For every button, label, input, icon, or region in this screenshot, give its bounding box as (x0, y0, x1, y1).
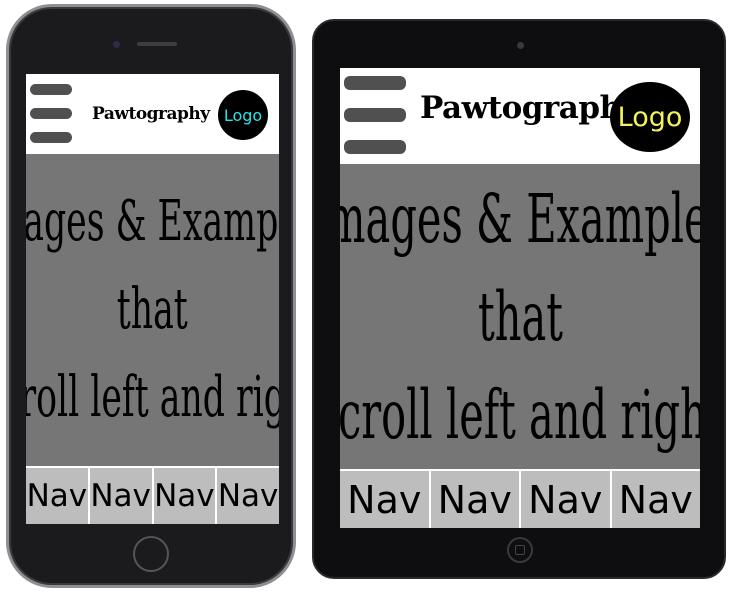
phone-camera-icon (113, 41, 120, 48)
tablet-camera-icon (517, 42, 524, 49)
nav-item[interactable]: Nav (340, 471, 429, 528)
tablet-mockup: Pawtography Logo Images & Examples that … (312, 19, 726, 579)
nav-item[interactable]: Nav (430, 471, 519, 528)
nav-item[interactable]: Nav (89, 468, 152, 524)
menu-bar (30, 132, 72, 143)
phone-mockup: Pawtography Logo Images & Examples that … (6, 4, 296, 588)
nav-item[interactable]: Nav (217, 468, 279, 524)
logo-badge[interactable]: Logo (218, 90, 268, 140)
phone-nav-bar: Nav Nav Nav Nav (26, 468, 279, 524)
logo-text: Logo (617, 101, 683, 133)
menu-bar (30, 108, 72, 119)
hero-line: scroll left and right (340, 375, 700, 454)
nav-item[interactable]: Nav (153, 468, 216, 524)
home-button-icon (133, 536, 169, 572)
hero-line: that (117, 277, 188, 342)
menu-bar (344, 108, 406, 122)
menu-bar (30, 84, 72, 95)
logo-text: Logo (223, 105, 263, 125)
nav-item[interactable]: Nav (26, 468, 88, 524)
logo-badge[interactable]: Logo (610, 82, 690, 152)
menu-bar (344, 140, 406, 154)
menu-bar (344, 76, 406, 90)
tablet-screen: Pawtography Logo Images & Examples that … (340, 68, 700, 528)
phone-header: Pawtography Logo (26, 74, 279, 154)
tablet-header: Pawtography Logo (340, 68, 700, 164)
brand-title: Pawtography (420, 90, 640, 126)
hero-line: Images & Examples (26, 189, 279, 254)
tablet-nav-bar: Nav Nav Nav Nav (340, 471, 700, 528)
brand-title: Pawtography (92, 104, 210, 124)
home-button-icon (507, 537, 533, 563)
hero-line: Images & Examples (340, 179, 700, 258)
hero-carousel[interactable]: Images & Examples that scroll left and r… (26, 154, 279, 466)
phone-screen: Pawtography Logo Images & Examples that … (26, 74, 279, 524)
nav-item[interactable]: Nav (521, 471, 610, 528)
hero-carousel[interactable]: Images & Examples that scroll left and r… (340, 164, 700, 469)
phone-speaker (137, 42, 177, 46)
hero-line: that (477, 277, 563, 356)
nav-item[interactable]: Nav (611, 471, 700, 528)
hero-line: scroll left and right (26, 365, 279, 430)
